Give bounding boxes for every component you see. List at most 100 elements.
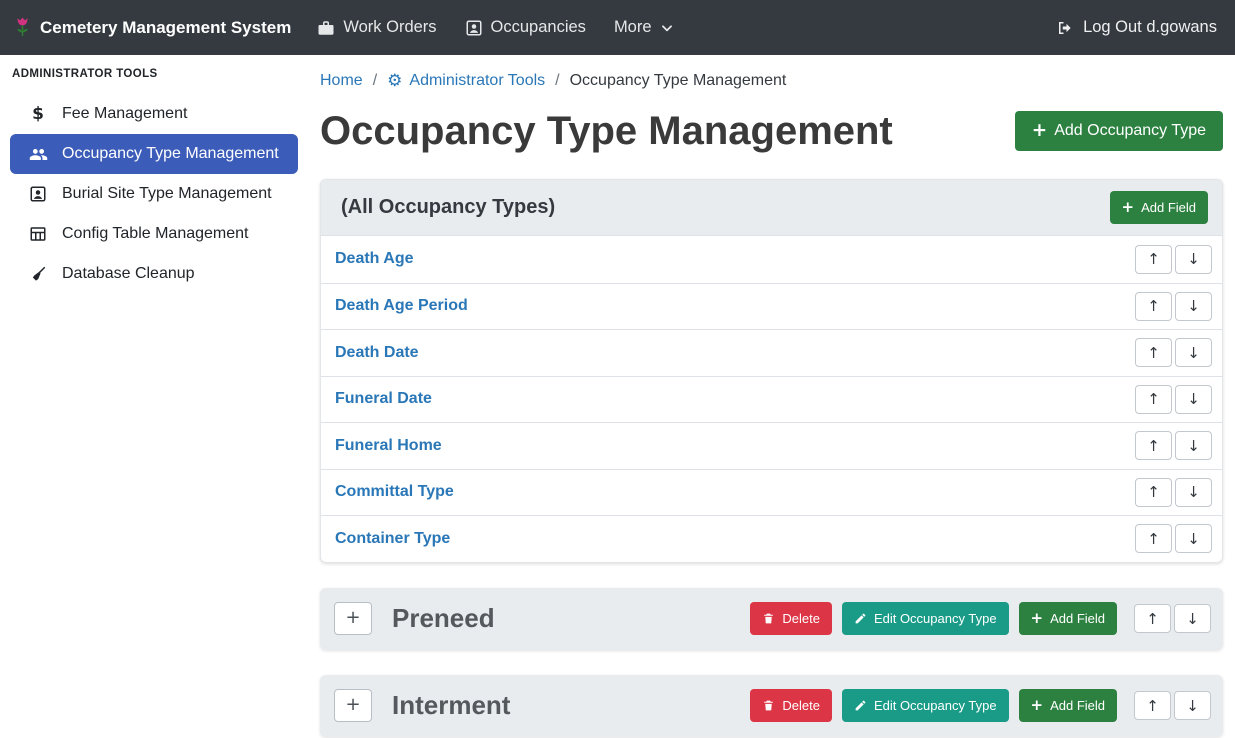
- move-down-button[interactable]: ↓: [1174, 604, 1211, 633]
- breadcrumb-home[interactable]: Home: [320, 69, 363, 93]
- field-link-container-type[interactable]: Container Type: [335, 530, 450, 548]
- move-down-button[interactable]: ↓: [1175, 292, 1212, 321]
- nav-more-label: More: [614, 18, 652, 37]
- delete-button[interactable]: Delete: [750, 689, 832, 722]
- sidebar-item-label: Fee Management: [62, 105, 187, 123]
- add-field-button[interactable]: + Add Field: [1110, 191, 1208, 224]
- move-up-button[interactable]: ↑: [1135, 431, 1172, 460]
- section-controls: Delete Edit Occupancy Type + Add Field ↑…: [750, 602, 1211, 635]
- field-row: Funeral Home ↑ ↓: [321, 422, 1222, 469]
- expand-button[interactable]: +: [334, 689, 372, 722]
- field-link-death-age-period[interactable]: Death Age Period: [335, 297, 468, 315]
- field-link-funeral-home[interactable]: Funeral Home: [335, 437, 442, 455]
- add-field-button[interactable]: + Add Field: [1019, 689, 1117, 722]
- move-down-button[interactable]: ↓: [1175, 431, 1212, 460]
- sidebar-item-occupancy-type-management[interactable]: Occupancy Type Management: [10, 134, 298, 174]
- field-row: Death Date ↑ ↓: [321, 329, 1222, 376]
- add-field-button[interactable]: + Add Field: [1019, 602, 1117, 635]
- section-title: Preneed: [392, 603, 495, 634]
- move-down-button[interactable]: ↓: [1174, 691, 1211, 720]
- breadcrumb-admin-tools[interactable]: ⚙ Administrator Tools: [387, 69, 545, 93]
- field-link-death-date[interactable]: Death Date: [335, 344, 419, 362]
- dollar-icon: $: [26, 104, 50, 124]
- nav-occupancies-label: Occupancies: [491, 18, 586, 37]
- broom-icon: [26, 265, 50, 283]
- portrait-icon: [465, 19, 483, 37]
- edit-occupancy-type-label: Edit Occupancy Type: [874, 611, 997, 626]
- section-title: Interment: [392, 690, 510, 721]
- delete-label: Delete: [782, 698, 820, 713]
- burial-site-icon: [26, 185, 50, 203]
- sidebar-item-label: Burial Site Type Management: [62, 185, 272, 203]
- plus-icon: +: [1031, 611, 1044, 626]
- app-brand[interactable]: Cemetery Management System: [14, 14, 291, 41]
- page-title: Occupancy Type Management: [320, 107, 893, 155]
- page-header: Occupancy Type Management + Add Occupanc…: [320, 107, 1223, 155]
- move-down-button[interactable]: ↓: [1175, 478, 1212, 507]
- reorder-controls: ↑ ↓: [1135, 478, 1212, 507]
- sidebar-item-label: Occupancy Type Management: [62, 145, 279, 163]
- top-navbar: Cemetery Management System Work Orders O…: [0, 0, 1235, 55]
- pencil-icon: [854, 612, 867, 625]
- move-up-button[interactable]: ↑: [1135, 385, 1172, 414]
- main-nav: Work Orders Occupancies More: [317, 18, 673, 37]
- field-row: Funeral Date ↑ ↓: [321, 376, 1222, 423]
- field-row: Committal Type ↑ ↓: [321, 469, 1222, 516]
- move-down-button[interactable]: ↓: [1175, 245, 1212, 274]
- move-up-button[interactable]: ↑: [1134, 604, 1171, 633]
- expand-button[interactable]: +: [334, 602, 372, 635]
- plus-icon: +: [1122, 200, 1135, 215]
- logout-icon: [1056, 19, 1074, 37]
- edit-occupancy-type-label: Edit Occupancy Type: [874, 698, 997, 713]
- reorder-controls: ↑ ↓: [1135, 385, 1212, 414]
- sidebar-item-label: Config Table Management: [62, 225, 249, 243]
- breadcrumb-separator: /: [373, 69, 377, 93]
- reorder-controls: ↑ ↓: [1135, 524, 1212, 553]
- table-icon: [26, 225, 50, 243]
- chevron-down-icon: [660, 21, 674, 35]
- breadcrumb-current: Occupancy Type Management: [570, 69, 787, 93]
- field-link-funeral-date[interactable]: Funeral Date: [335, 390, 432, 408]
- nav-more[interactable]: More: [614, 18, 674, 37]
- sidebar-item-burial-site-type-management[interactable]: Burial Site Type Management: [10, 174, 298, 214]
- occupancy-type-section-interment: + Interment Delete Edit Occupancy Type: [320, 675, 1223, 737]
- breadcrumb: Home / ⚙ Administrator Tools / Occupancy…: [320, 69, 1223, 93]
- plus-icon: +: [1031, 698, 1044, 713]
- move-down-button[interactable]: ↓: [1175, 524, 1212, 553]
- nav-work-orders[interactable]: Work Orders: [317, 18, 436, 37]
- all-occupancy-types-card: (All Occupancy Types) + Add Field Death …: [320, 179, 1223, 563]
- move-up-button[interactable]: ↑: [1135, 245, 1172, 274]
- nav-occupancies[interactable]: Occupancies: [465, 18, 586, 37]
- sidebar-heading: Administrator Tools: [0, 68, 300, 80]
- move-up-button[interactable]: ↑: [1134, 691, 1171, 720]
- sidebar-item-fee-management[interactable]: $ Fee Management: [10, 94, 298, 134]
- delete-button[interactable]: Delete: [750, 602, 832, 635]
- add-occupancy-type-label: Add Occupancy Type: [1054, 122, 1206, 140]
- field-link-committal-type[interactable]: Committal Type: [335, 483, 454, 501]
- reorder-controls: ↑ ↓: [1135, 292, 1212, 321]
- edit-occupancy-type-button[interactable]: Edit Occupancy Type: [842, 602, 1009, 635]
- sidebar-item-label: Database Cleanup: [62, 265, 195, 283]
- sidebar-item-database-cleanup[interactable]: Database Cleanup: [10, 254, 298, 294]
- add-field-label: Add Field: [1050, 611, 1105, 626]
- add-field-label: Add Field: [1141, 200, 1196, 215]
- main-content: Home / ⚙ Administrator Tools / Occupancy…: [300, 55, 1235, 737]
- field-row: Death Age Period ↑ ↓: [321, 283, 1222, 330]
- toolbox-icon: [317, 19, 335, 37]
- field-link-death-age[interactable]: Death Age: [335, 250, 414, 268]
- logout-label: Log Out d.gowans: [1083, 18, 1217, 37]
- move-up-button[interactable]: ↑: [1135, 524, 1172, 553]
- trash-icon: [762, 699, 775, 712]
- pencil-icon: [854, 699, 867, 712]
- trash-icon: [762, 612, 775, 625]
- add-occupancy-type-button[interactable]: + Add Occupancy Type: [1015, 111, 1223, 151]
- edit-occupancy-type-button[interactable]: Edit Occupancy Type: [842, 689, 1009, 722]
- move-up-button[interactable]: ↑: [1135, 338, 1172, 367]
- nav-work-orders-label: Work Orders: [343, 18, 436, 37]
- move-up-button[interactable]: ↑: [1135, 478, 1172, 507]
- sidebar-item-config-table-management[interactable]: Config Table Management: [10, 214, 298, 254]
- move-down-button[interactable]: ↓: [1175, 338, 1212, 367]
- move-down-button[interactable]: ↓: [1175, 385, 1212, 414]
- move-up-button[interactable]: ↑: [1135, 292, 1172, 321]
- logout-link[interactable]: Log Out d.gowans: [1056, 18, 1217, 37]
